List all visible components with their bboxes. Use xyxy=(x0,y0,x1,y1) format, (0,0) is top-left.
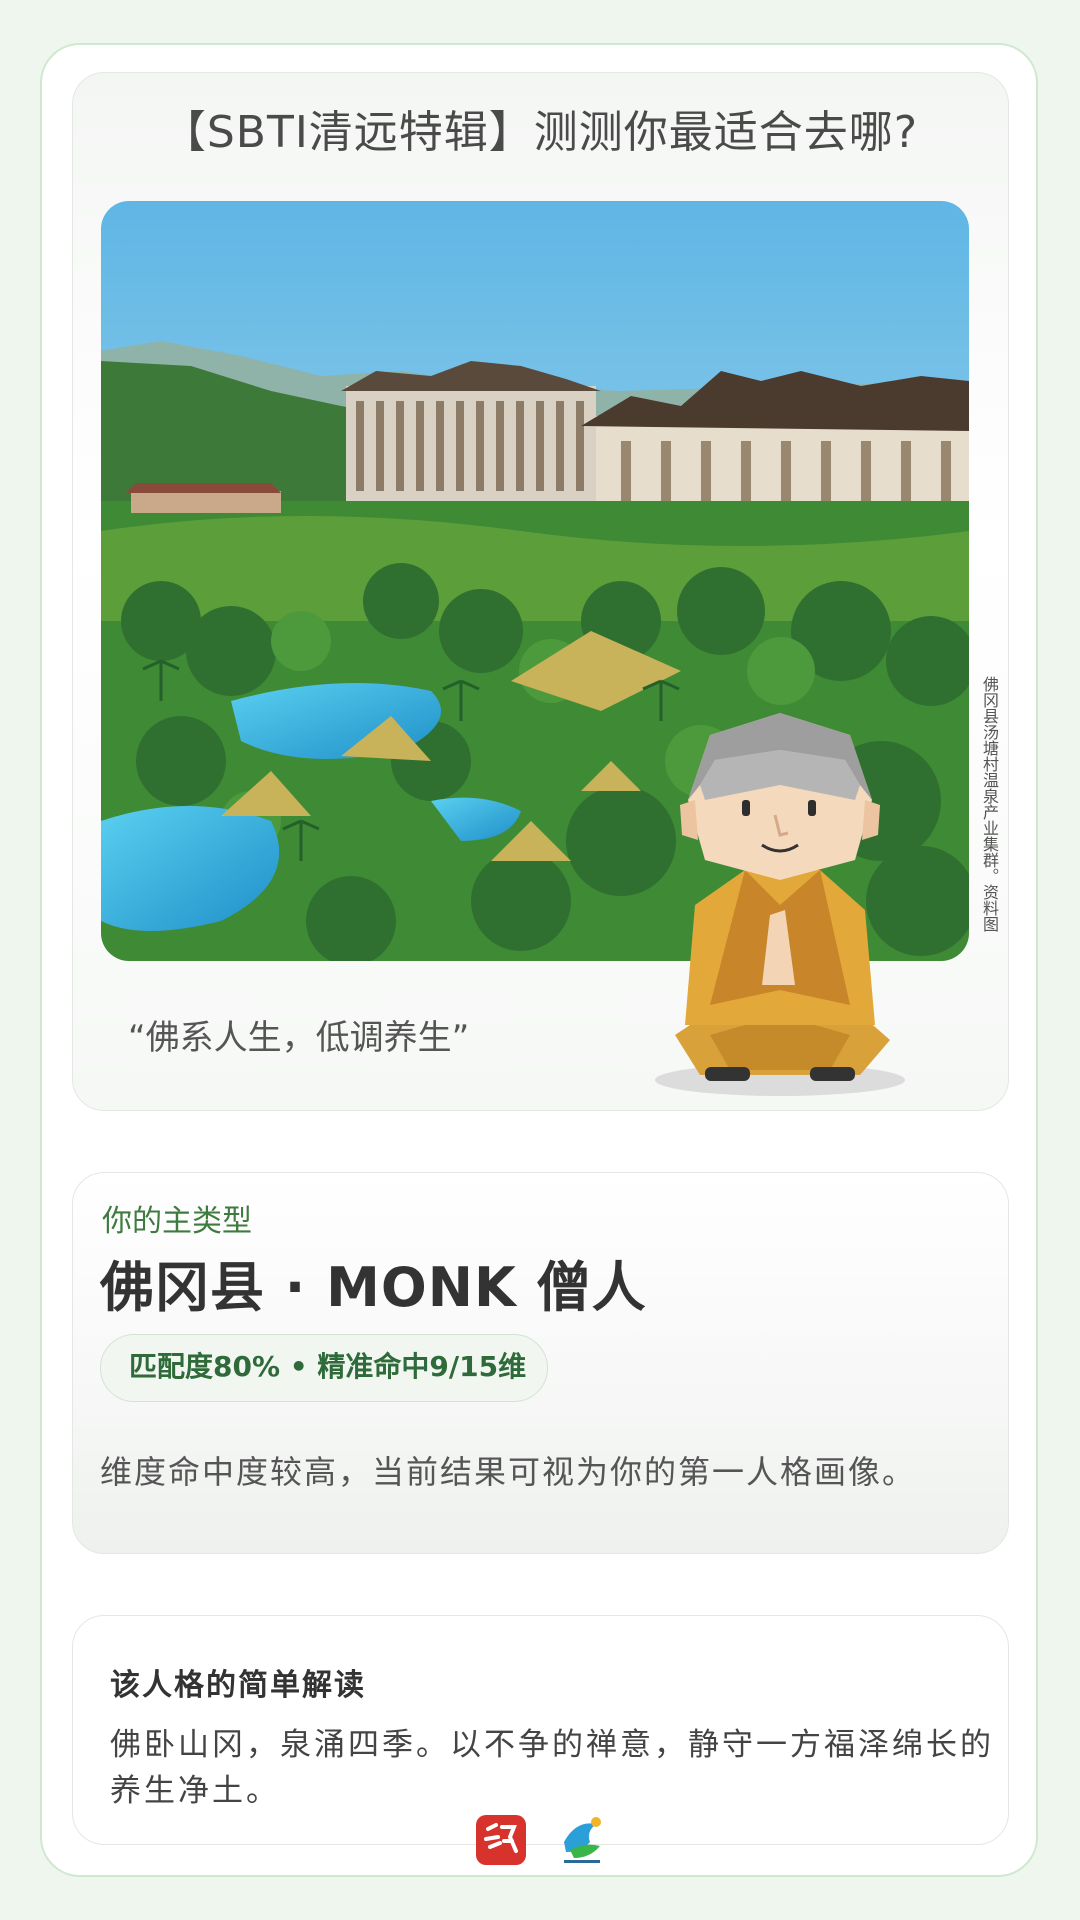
match-badge: 匹配度80% • 精准命中9/15维 xyxy=(100,1334,548,1402)
culture-qingyuan-logo-icon xyxy=(556,1812,608,1868)
main-type-name: 佛冈县 · MONK 僧人 xyxy=(100,1256,647,1319)
interpretation-text: 佛卧山冈，泉涌四季。以不争的禅意，静守一方福泽绵长的养生净土。 xyxy=(110,1727,994,1809)
page-title: 【SBTI清远特辑】测测你最适合去哪? xyxy=(161,107,919,158)
monk-mascot-icon xyxy=(650,705,940,1105)
main-type-label: 你的主类型 xyxy=(102,1204,252,1239)
slogan-quote: “佛系人生，低调养生” xyxy=(128,1018,470,1058)
photo-credit: 佛冈县汤塘村温泉产业集群。资料图 xyxy=(980,676,999,932)
xin-qingyuan-logo-icon xyxy=(476,1815,526,1865)
interpretation-title: 该人格的简单解读 xyxy=(110,1668,366,1703)
result-description: 维度命中度较高，当前结果可视为你的第一人格画像。 xyxy=(100,1453,917,1491)
